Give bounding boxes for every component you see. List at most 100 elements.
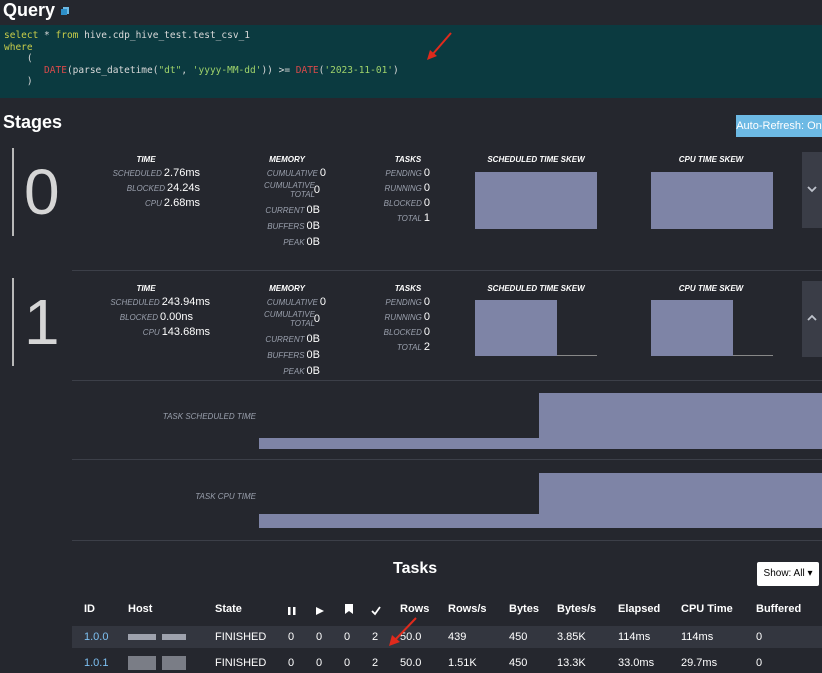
stages-title: Stages	[3, 112, 63, 132]
task-rows: 50.0	[400, 657, 422, 669]
task-cell: 0	[288, 631, 295, 643]
memory-header: MEMORY	[269, 284, 305, 293]
task-id-link[interactable]: 1.0.1	[84, 657, 108, 669]
col-rows-per-sec[interactable]: Rows/s	[448, 603, 487, 615]
blocked-metric: BLOCKED 24.24s	[126, 182, 200, 194]
show-filter-dropdown[interactable]: Show: All ▾	[757, 562, 819, 586]
annotation-arrow	[427, 32, 452, 60]
task-cpu-bar	[539, 473, 822, 528]
buffers-metric: BUFFERS 0B	[267, 220, 320, 232]
host-redacted	[128, 634, 156, 640]
running-metric: RUNNING 0	[384, 182, 430, 194]
task-bytes: 450	[509, 657, 528, 669]
cumulative-total-metric: 0	[313, 184, 320, 196]
time-header: TIME	[136, 155, 156, 164]
memory-header: MEMORY	[269, 155, 305, 164]
blocked-metric: BLOCKED 0.00ns	[119, 311, 193, 323]
task-state: FINISHED	[215, 631, 267, 643]
task-cell: 2	[372, 631, 379, 643]
task-cpu-time: 114ms	[681, 631, 714, 643]
cpu-skew-header: CPU TIME SKEW	[678, 155, 744, 164]
task-cpu-time-label: TASK CPU TIME	[195, 492, 256, 501]
scheduled-skew-baseline	[557, 355, 597, 356]
cpu-skew-bar	[651, 300, 733, 356]
task-buffered: 0	[756, 631, 763, 643]
scheduled-skew-bar	[475, 300, 557, 356]
divider	[72, 540, 822, 541]
check-icon[interactable]	[371, 603, 381, 621]
col-state[interactable]: State	[215, 603, 242, 615]
task-cpu-time: 29.7ms	[681, 657, 718, 669]
pending-metric: PENDING 0	[385, 296, 430, 308]
col-host[interactable]: Host	[128, 603, 152, 615]
tasks-header: TASKS	[394, 155, 422, 164]
host-redacted	[162, 634, 186, 640]
query-title: Query	[3, 0, 70, 21]
divider	[72, 270, 822, 271]
pause-icon[interactable]	[288, 603, 296, 621]
bookmark-icon[interactable]	[345, 602, 353, 620]
task-blocked-metric: BLOCKED 0	[383, 197, 430, 209]
col-elapsed[interactable]: Elapsed	[618, 603, 660, 615]
current-metric: CURRENT 0B	[265, 333, 320, 345]
task-cell: 2	[372, 657, 379, 669]
cpu-metric: CPU 2.68ms	[145, 197, 200, 209]
task-scheduled-bar	[539, 393, 822, 449]
total-metric: TOTAL 2	[396, 341, 430, 353]
col-bytes[interactable]: Bytes	[509, 603, 539, 615]
host-redacted	[162, 656, 186, 670]
peak-metric: PEAK 0B	[283, 365, 320, 377]
task-buffered: 0	[756, 657, 763, 669]
stage-indicator	[12, 278, 14, 366]
scheduled-skew-header: SCHEDULED TIME SKEW	[487, 284, 585, 293]
cumulative-metric: CUMULATIVE 0	[266, 167, 326, 179]
col-buffered[interactable]: Buffered	[756, 603, 801, 615]
cpu-metric: CPU 143.68ms	[142, 326, 210, 338]
task-elapsed: 33.0ms	[618, 657, 655, 669]
cumulative-total-label: CUMULATIVE TOTAL	[264, 310, 315, 328]
task-elapsed: 114ms	[618, 631, 651, 643]
buffers-metric: BUFFERS 0B	[267, 349, 320, 361]
task-id-link[interactable]: 1.0.0	[84, 631, 108, 643]
task-scheduled-bar	[259, 438, 540, 449]
task-cell: 0	[316, 657, 323, 669]
time-header: TIME	[136, 284, 156, 293]
col-rows[interactable]: Rows	[400, 603, 429, 615]
divider	[72, 380, 822, 381]
task-cell: 0	[316, 631, 323, 643]
scheduled-metric: SCHEDULED 2.76ms	[112, 167, 200, 179]
task-scheduled-time-label: TASK SCHEDULED TIME	[162, 412, 256, 421]
stage-collapse-toggle[interactable]	[802, 152, 822, 228]
scheduled-skew-header: SCHEDULED TIME SKEW	[487, 155, 585, 164]
stage-expand-toggle[interactable]	[802, 281, 822, 357]
task-cpu-bar	[259, 514, 540, 528]
task-rows-per-sec: 1.51K	[448, 657, 477, 669]
peak-metric: PEAK 0B	[283, 236, 320, 248]
cpu-skew-chart	[651, 172, 773, 229]
total-metric: TOTAL 1	[396, 212, 430, 224]
col-id[interactable]: ID	[84, 603, 95, 615]
stage-id: 0	[24, 156, 60, 228]
play-icon[interactable]	[316, 603, 325, 621]
current-metric: CURRENT 0B	[265, 204, 320, 216]
stage-indicator	[12, 148, 14, 236]
annotation-arrow	[389, 617, 417, 646]
task-cell: 0	[344, 631, 351, 643]
running-metric: RUNNING 0	[384, 311, 430, 323]
query-text: select * from hive.cdp_hive_test.test_cs…	[0, 25, 822, 98]
chevron-down-icon	[802, 180, 822, 196]
copy-icon[interactable]	[60, 0, 70, 15]
scheduled-skew-chart	[475, 172, 597, 229]
task-state: FINISHED	[215, 657, 267, 669]
tasks-title: Tasks	[393, 560, 438, 577]
auto-refresh-button[interactable]: Auto-Refresh: On	[736, 115, 822, 137]
pending-metric: PENDING 0	[385, 167, 430, 179]
task-bytes: 450	[509, 631, 528, 643]
cumulative-total-metric: 0	[313, 313, 320, 325]
cpu-skew-header: CPU TIME SKEW	[678, 284, 744, 293]
task-cell: 0	[344, 657, 351, 669]
task-blocked-metric: BLOCKED 0	[383, 326, 430, 338]
col-bytes-per-sec[interactable]: Bytes/s	[557, 603, 596, 615]
col-cpu-time[interactable]: CPU Time	[681, 603, 733, 615]
chevron-up-icon	[802, 309, 822, 325]
